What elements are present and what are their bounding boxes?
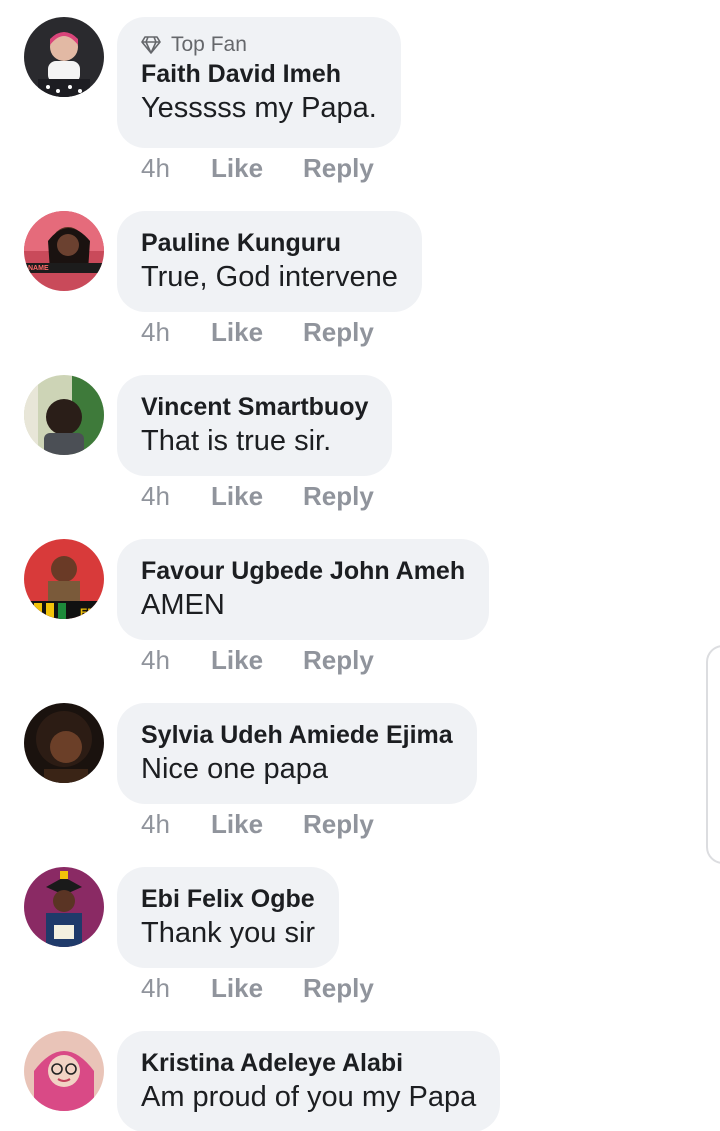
comment-author[interactable]: Vincent Smartbuoy xyxy=(141,392,368,422)
top-fan-badge: Top Fan xyxy=(141,33,377,57)
comment-bubble: Vincent Smartbuoy That is true sir. xyxy=(117,375,393,476)
comment-text: AMEN xyxy=(141,589,225,621)
avatar[interactable] xyxy=(24,703,104,783)
reply-button[interactable]: Reply xyxy=(303,153,374,184)
comment-text: Thank you sir xyxy=(141,917,316,949)
avatar[interactable]: NAME xyxy=(24,211,104,291)
comment-bubble: Ebi Felix Ogbe Thank you sir xyxy=(117,867,340,968)
side-scroll-handle[interactable] xyxy=(706,645,720,864)
comment-author[interactable]: Favour Ugbede John Ameh xyxy=(141,556,465,586)
comment-bubble: Pauline Kunguru True, God intervene xyxy=(117,211,422,312)
comment-actions: 4h Like Reply xyxy=(141,317,374,348)
comment-bubble: Top Fan Faith David Imeh Yesssss my Papa… xyxy=(117,17,401,148)
reply-button[interactable]: Reply xyxy=(303,481,374,512)
reply-button[interactable]: Reply xyxy=(303,317,374,348)
comment-author[interactable]: Kristina Adeleye Alabi xyxy=(141,1048,476,1078)
comment-author[interactable]: Faith David Imeh xyxy=(141,59,377,89)
comment-author[interactable]: Pauline Kunguru xyxy=(141,228,398,258)
comment-text: True, God intervene xyxy=(141,261,398,293)
reply-button[interactable]: Reply xyxy=(303,809,374,840)
like-button[interactable]: Like xyxy=(211,153,303,184)
comment-actions: 4h Like Reply xyxy=(141,153,374,184)
comment-text: That is true sir. xyxy=(141,425,332,457)
comment-text: Yesssss my Papa. xyxy=(141,92,377,124)
comments-page: Top Fan Faith David Imeh Yesssss my Papa… xyxy=(0,0,720,1131)
avatar[interactable] xyxy=(24,1031,104,1111)
comment-text: Nice one papa xyxy=(141,753,329,785)
comment-bubble: Kristina Adeleye Alabi Am proud of you m… xyxy=(117,1031,501,1131)
avatar[interactable] xyxy=(24,17,104,97)
comment-timestamp[interactable]: 4h xyxy=(141,317,211,348)
comment-timestamp[interactable]: 4h xyxy=(141,481,211,512)
avatar[interactable] xyxy=(24,375,104,455)
svg-text:NAME: NAME xyxy=(28,265,49,272)
comment-actions: 4h Like Reply xyxy=(141,645,374,676)
comment-timestamp[interactable]: 4h xyxy=(141,645,211,676)
like-button[interactable]: Like xyxy=(211,809,303,840)
comment-bubble: Favour Ugbede John Ameh AMEN xyxy=(117,539,490,640)
diamond-icon xyxy=(141,36,161,54)
like-button[interactable]: Like xyxy=(211,973,303,1004)
badge-label: Top Fan xyxy=(171,33,247,56)
like-button[interactable]: Like xyxy=(211,317,303,348)
like-button[interactable]: Like xyxy=(211,645,303,676)
comment-actions: 4h Like Reply xyxy=(141,973,374,1004)
avatar[interactable] xyxy=(24,867,104,947)
like-button[interactable]: Like xyxy=(211,481,303,512)
reply-button[interactable]: Reply xyxy=(303,645,374,676)
comment-author[interactable]: Sylvia Udeh Amiede Ejima xyxy=(141,720,453,750)
comment-timestamp[interactable]: 4h xyxy=(141,153,211,184)
reply-button[interactable]: Reply xyxy=(303,973,374,1004)
comment-text: Am proud of you my Papa xyxy=(141,1081,477,1113)
comment-actions: 4h Like Reply xyxy=(141,809,374,840)
comment-bubble: Sylvia Udeh Amiede Ejima Nice one papa xyxy=(117,703,477,804)
comment-actions: 4h Like Reply xyxy=(141,481,374,512)
svg-text:EP: EP xyxy=(80,607,95,619)
comment-author[interactable]: Ebi Felix Ogbe xyxy=(141,884,315,914)
comment-timestamp[interactable]: 4h xyxy=(141,809,211,840)
avatar[interactable]: EP xyxy=(24,539,104,619)
comment-timestamp[interactable]: 4h xyxy=(141,973,211,1004)
